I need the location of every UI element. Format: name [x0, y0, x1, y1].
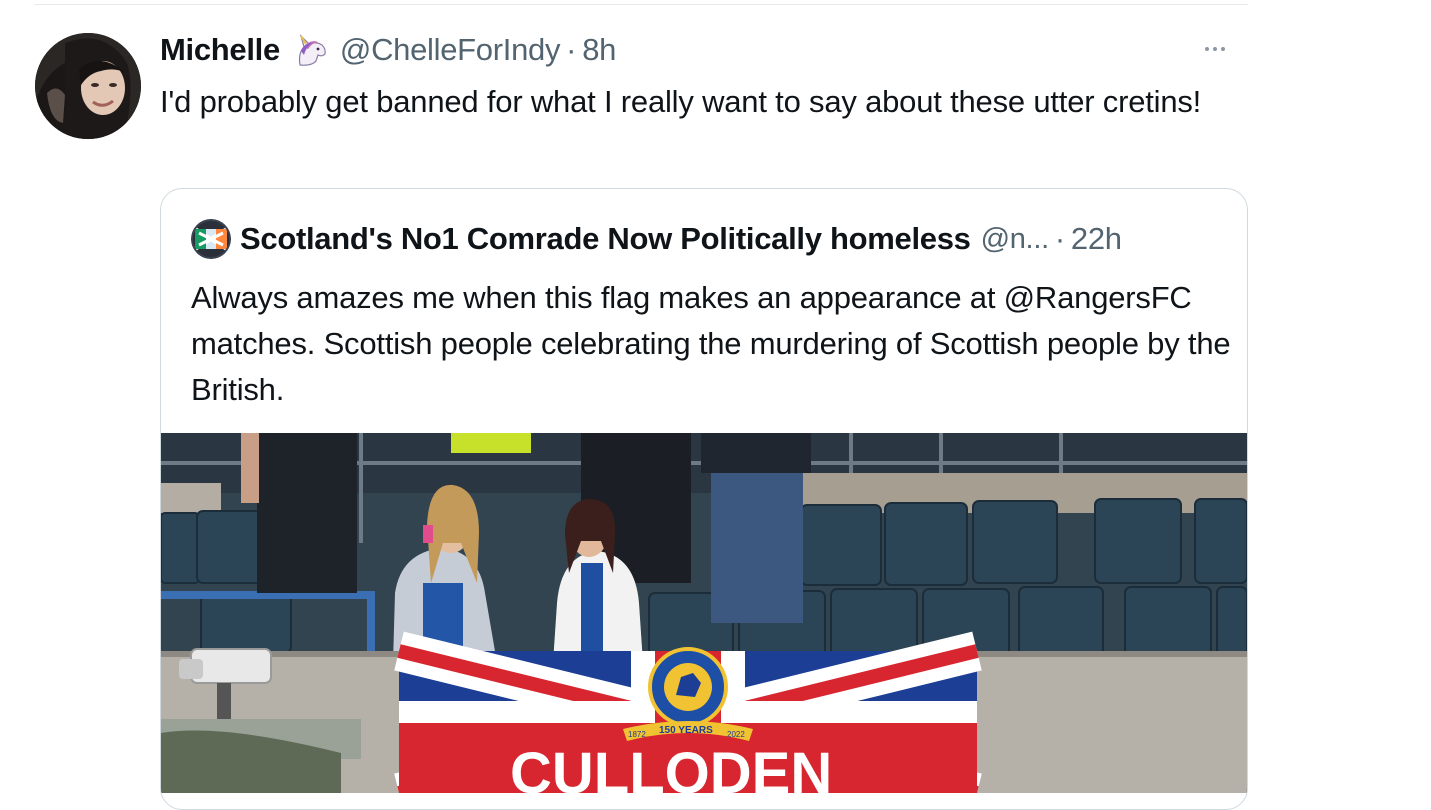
author-avatar[interactable]	[35, 33, 141, 139]
quoted-author-name[interactable]: Scotland's No1 Comrade Now Politically h…	[240, 221, 971, 257]
tweet[interactable]: Michelle @ChelleForIndy · 8h I'd probabl…	[34, 6, 1248, 810]
svg-text:2022: 2022	[727, 730, 745, 739]
quoted-tweet-text: Always amazes me when this flag makes an…	[191, 280, 1231, 407]
union-flag: 1872 150 YEARS 2022 CULLODEN	[394, 631, 982, 793]
avatar-photo	[35, 33, 141, 139]
author-name[interactable]: Michelle	[160, 32, 280, 68]
svg-text:1872: 1872	[628, 730, 646, 739]
quoted-tweet-image[interactable]: 1872 150 YEARS 2022 CULLODEN	[161, 433, 1247, 793]
more-dot-icon	[1221, 47, 1225, 51]
quoted-author-handle[interactable]: @n...	[981, 223, 1050, 256]
quoted-tweet-header: Scotland's No1 Comrade Now Politically h…	[191, 219, 1122, 259]
author-handle[interactable]: @ChelleForIndy	[340, 32, 561, 68]
top-divider	[34, 4, 1248, 5]
tweet-header: Michelle @ChelleForIndy · 8h	[160, 30, 616, 70]
svg-text:150 YEARS: 150 YEARS	[659, 725, 713, 736]
flag-text: CULLODEN	[510, 741, 832, 793]
stadium-photo: 1872 150 YEARS 2022 CULLODEN	[161, 433, 1247, 793]
quoted-author-avatar[interactable]	[191, 219, 231, 259]
more-dot-icon	[1205, 47, 1209, 51]
quoted-tweet[interactable]: Scotland's No1 Comrade Now Politically h…	[160, 188, 1248, 810]
unicorn-icon	[292, 31, 330, 69]
header-separator: ·	[566, 32, 577, 67]
tweet-text: I'd probably get banned for what I reall…	[160, 84, 1202, 119]
tweet-timestamp[interactable]: 8h	[582, 32, 616, 68]
quoted-header-separator: ·	[1054, 221, 1065, 256]
quoted-tweet-timestamp[interactable]: 22h	[1071, 221, 1122, 257]
more-dot-icon	[1213, 47, 1217, 51]
more-options-button[interactable]	[1198, 36, 1232, 62]
